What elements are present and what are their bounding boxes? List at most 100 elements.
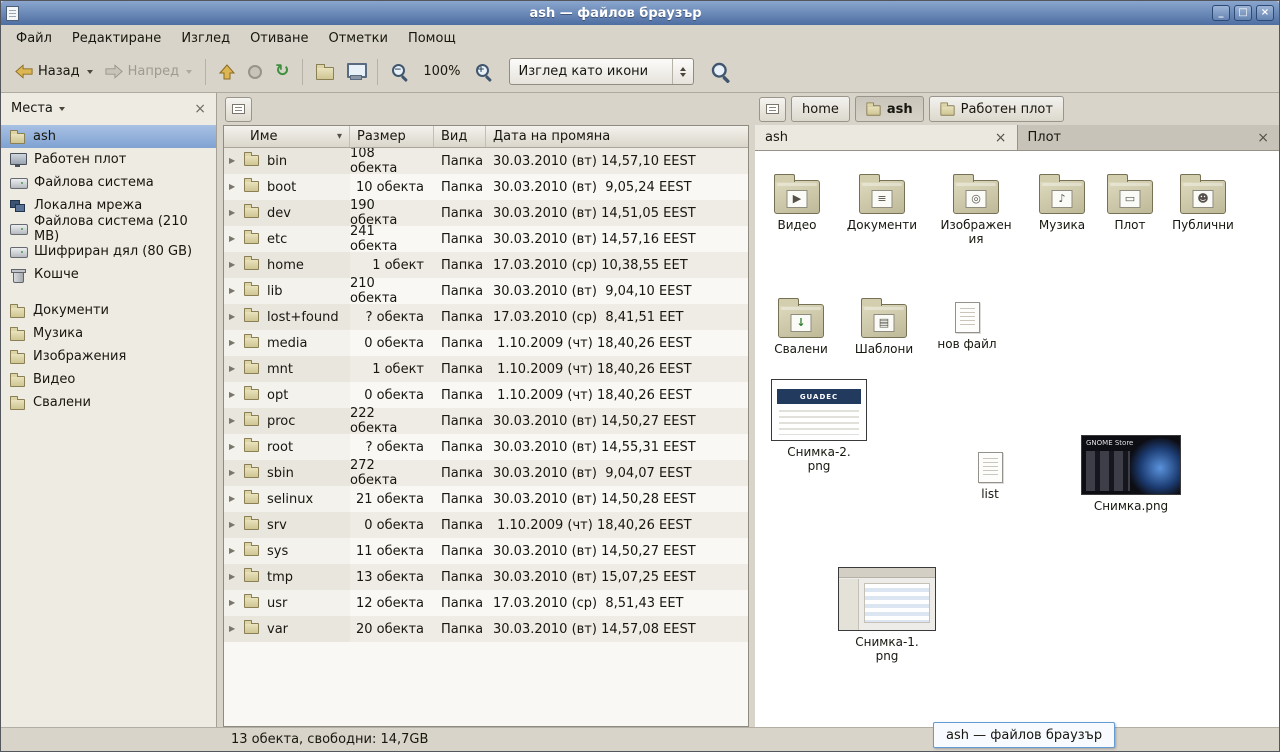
location-bar-toggle-button[interactable]: [225, 97, 252, 122]
window-menu-icon[interactable]: [6, 6, 19, 21]
column-header-name[interactable]: Име ▾: [224, 126, 350, 147]
sidebar-item-pictures[interactable]: Изображения: [1, 345, 216, 368]
sidebar-chooser-chevron-icon[interactable]: [59, 107, 65, 111]
sidebar-close-icon[interactable]: ×: [194, 102, 206, 116]
expander-icon[interactable]: ▶: [229, 564, 240, 590]
expander-icon[interactable]: ▶: [229, 538, 240, 564]
menu-bookmarks[interactable]: Отметки: [319, 27, 396, 50]
icon-item-new-file[interactable]: нов файл: [927, 297, 1007, 351]
table-row[interactable]: ▶boot10 обектаПапка30.03.2010 (вт) 9,05,…: [224, 174, 748, 200]
menu-go[interactable]: Отиване: [241, 27, 317, 50]
zoom-in-button[interactable]: +: [469, 57, 499, 87]
sidebar-item-trash[interactable]: Кошче: [1, 263, 216, 286]
table-row[interactable]: ▶proc222 обектаПапка30.03.2010 (вт) 14,5…: [224, 408, 748, 434]
table-row[interactable]: ▶lib210 обектаПапка30.03.2010 (вт) 9,04,…: [224, 278, 748, 304]
sidebar-item-videos[interactable]: Видео: [1, 368, 216, 391]
close-button[interactable]: ×: [1256, 5, 1274, 21]
icon-item-pictures[interactable]: ◎ Изображен ия: [934, 173, 1018, 247]
location-bar-toggle-button[interactable]: [759, 97, 786, 122]
expander-icon[interactable]: ▶: [229, 590, 240, 616]
tab-close-icon[interactable]: ×: [1257, 130, 1269, 146]
table-row[interactable]: ▶dev190 обектаПапка30.03.2010 (вт) 14,51…: [224, 200, 748, 226]
icon-item-documents[interactable]: ≡ Документи: [838, 173, 926, 232]
path-button-desktop[interactable]: Работен плот: [929, 96, 1064, 122]
expander-icon[interactable]: ▶: [229, 616, 240, 642]
sidebar-item-encrypted-volume[interactable]: Шифриран дял (80 GB): [1, 240, 216, 263]
forward-button[interactable]: Напред: [99, 58, 198, 85]
table-row[interactable]: ▶mnt1 обектПапка 1.10.2009 (чт) 18,40,26…: [224, 356, 748, 382]
expander-icon[interactable]: ▶: [229, 226, 240, 252]
maximize-button[interactable]: □: [1234, 5, 1252, 21]
table-row[interactable]: ▶tmp13 обектаПапка30.03.2010 (вт) 15,07,…: [224, 564, 748, 590]
path-button-home[interactable]: home: [791, 96, 850, 122]
icon-item-music[interactable]: ♪ Музика: [1022, 173, 1102, 232]
table-row[interactable]: ▶home1 обектПапка17.03.2010 (ср) 10,38,5…: [224, 252, 748, 278]
expander-icon[interactable]: ▶: [229, 408, 240, 434]
expander-icon[interactable]: ▶: [229, 200, 240, 226]
table-row[interactable]: ▶lost+found? обектаПапка17.03.2010 (ср) …: [224, 304, 748, 330]
sidebar-item-filesystem-210mb[interactable]: Файлова система (210 MB): [1, 217, 216, 240]
icon-item-list[interactable]: list: [950, 447, 1030, 501]
menu-help[interactable]: Помощ: [399, 27, 465, 50]
icon-item-desktop[interactable]: ▭ Плот: [1092, 173, 1168, 232]
expander-icon[interactable]: ▶: [229, 382, 240, 408]
expander-icon[interactable]: ▶: [229, 486, 240, 512]
expander-icon[interactable]: ▶: [229, 252, 240, 278]
icon-item-snimka-1[interactable]: Снимка-1. png: [837, 567, 937, 664]
back-history-chevron-icon[interactable]: [87, 70, 93, 74]
column-header-size[interactable]: Размер: [350, 126, 434, 147]
icon-item-public[interactable]: ☻ Публични: [1163, 173, 1243, 232]
up-button[interactable]: [213, 58, 241, 86]
expander-icon[interactable]: ▶: [229, 278, 240, 304]
stop-button[interactable]: [241, 58, 269, 86]
expander-icon[interactable]: ▶: [229, 148, 240, 174]
back-button[interactable]: Назад: [9, 58, 99, 85]
reload-button[interactable]: ↻: [269, 57, 295, 86]
icon-view[interactable]: ▶ Видео ≡ Документи ◎ Изображен ия ♪ Муз…: [755, 151, 1279, 727]
menu-file[interactable]: Файл: [7, 27, 61, 50]
table-row[interactable]: ▶media0 обектаПапка 1.10.2009 (чт) 18,40…: [224, 330, 748, 356]
expander-icon[interactable]: ▶: [229, 434, 240, 460]
expander-icon[interactable]: ▶: [229, 304, 240, 330]
column-header-type[interactable]: Вид: [434, 126, 486, 147]
sidebar-item-filesystem[interactable]: Файлова система: [1, 171, 216, 194]
icon-item-snimka[interactable]: GNOME Store Снимка.png: [1077, 435, 1185, 513]
table-row[interactable]: ▶selinux21 обектаПапка30.03.2010 (вт) 14…: [224, 486, 748, 512]
table-row[interactable]: ▶var20 обектаПапка30.03.2010 (вт) 14,57,…: [224, 616, 748, 642]
expander-icon[interactable]: ▶: [229, 174, 240, 200]
titlebar[interactable]: ash — файлов браузър _ □ ×: [1, 1, 1279, 25]
table-row[interactable]: ▶sys11 обектаПапка30.03.2010 (вт) 14,50,…: [224, 538, 748, 564]
sidebar-title[interactable]: Места: [11, 101, 53, 116]
expander-icon[interactable]: ▶: [229, 330, 240, 356]
table-row[interactable]: ▶usr12 обектаПапка17.03.2010 (ср) 8,51,4…: [224, 590, 748, 616]
expander-icon[interactable]: ▶: [229, 460, 240, 486]
search-button[interactable]: [706, 57, 736, 87]
sidebar-item-downloads[interactable]: Свалени: [1, 391, 216, 414]
column-header-date[interactable]: Дата на промяна: [486, 126, 748, 147]
menu-edit[interactable]: Редактиране: [63, 27, 170, 50]
forward-history-chevron-icon[interactable]: [186, 70, 192, 74]
expander-icon[interactable]: ▶: [229, 512, 240, 538]
table-row[interactable]: ▶opt0 обектаПапка 1.10.2009 (чт) 18,40,2…: [224, 382, 748, 408]
icon-item-snimka-2[interactable]: GUADEC Снимка-2. png: [769, 379, 869, 474]
icon-item-video[interactable]: ▶ Видео: [757, 173, 837, 232]
sidebar-item-ash[interactable]: ash: [1, 125, 216, 148]
expander-icon[interactable]: ▶: [229, 356, 240, 382]
table-row[interactable]: ▶bin108 обектаПапка30.03.2010 (вт) 14,57…: [224, 148, 748, 174]
sidebar-item-desktop[interactable]: Работен плот: [1, 148, 216, 171]
table-row[interactable]: ▶root? обектаПапка30.03.2010 (вт) 14,55,…: [224, 434, 748, 460]
table-row[interactable]: ▶srv0 обектаПапка 1.10.2009 (чт) 18,40,2…: [224, 512, 748, 538]
zoom-out-button[interactable]: −: [385, 57, 415, 87]
path-button-ash[interactable]: ash: [855, 96, 924, 122]
menu-view[interactable]: Изглед: [172, 27, 239, 50]
icon-item-downloads[interactable]: ↓ Свалени: [761, 297, 841, 356]
computer-button[interactable]: [340, 57, 370, 86]
minimize-button[interactable]: _: [1212, 5, 1230, 21]
tab-close-icon[interactable]: ×: [995, 130, 1007, 146]
home-folder-button[interactable]: [310, 57, 340, 86]
view-mode-combobox[interactable]: Изглед като икони: [509, 58, 695, 85]
table-row[interactable]: ▶sbin272 обектаПапка30.03.2010 (вт) 9,04…: [224, 460, 748, 486]
tab-ash[interactable]: ash ×: [755, 125, 1018, 150]
icon-item-templates[interactable]: ▤ Шаблони: [844, 297, 924, 356]
sidebar-item-documents[interactable]: Документи: [1, 299, 216, 322]
